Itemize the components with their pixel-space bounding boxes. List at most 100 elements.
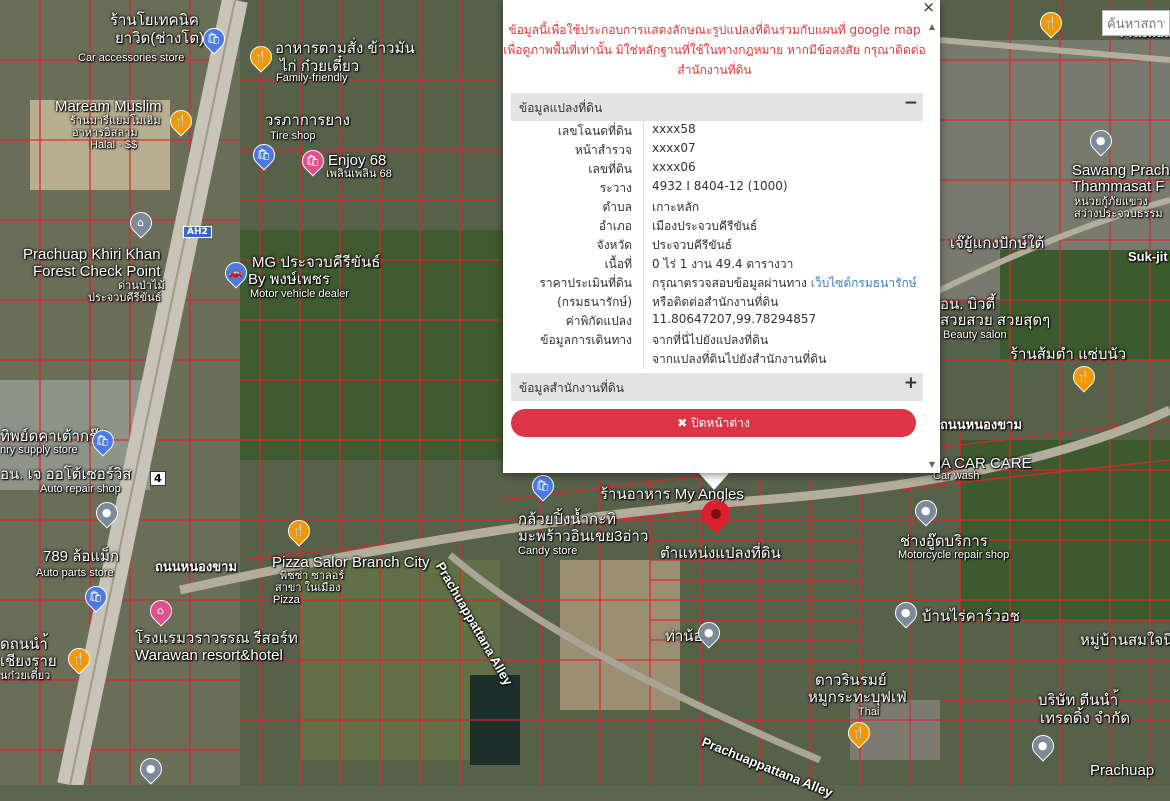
row-label: เลขโฉนดที่ดิน [557,124,632,138]
map-label: Enjoy 68 [328,152,387,169]
table-row: เนื้อที่ 0 ไร่ 1 งาน 49.4 ตารางวา [511,255,923,274]
table-row: (กรมธนารักษ์) หรือติดต่อสำนักงานที่ดิน [511,293,923,312]
row-label: จังหวัด [596,238,632,252]
map-label: ดาวรินรมย์ [815,672,887,689]
row-label: หน้าสำรวจ [574,143,632,157]
map-label: ร้านโยเทคนิค [110,12,199,29]
map-label: Thai [858,706,880,718]
row-label: ราคาประเมินที่ดิน [539,276,632,290]
map-label: By พงษ์เพชร [248,271,331,288]
row-value: หรือติดต่อสำนักงานที่ดิน [643,293,923,312]
close-window-button[interactable]: ✖ ปิดหน้าต่าง [511,409,916,437]
map-label: กล้วยปิ้งน้ำกะทิ [518,511,617,528]
table-row: ข้อมูลการเดินทาง จากที่นี่ไปยังแปลงที่ดิน [511,331,923,350]
map-label: พิซซ่า ซาลอร์ [280,570,345,582]
map-label: สว่างประจวบธรรม [1074,208,1163,220]
map-label: nry supply store [0,444,78,456]
table-row: หน้าสำรวจ xxxx07 [511,141,923,160]
row-value: xxxx58 [643,122,923,141]
table-row: ตำบล เกาะหลัก [511,198,923,217]
map-label: Sawang Prach [1072,162,1170,179]
row-value: กรุณาตรวจสอบข้อมูลผ่านทาง เว็บไซต์กรมธนา… [643,274,923,293]
row-label: เลขที่ดิน [588,162,632,176]
row-label: ค่าพิกัดแปลง [565,314,632,328]
map-label: บริษัท ตีนนำ้ [1038,692,1119,709]
parcel-position-label: ตำแหน่งแปลงที่ดิน [660,545,781,562]
treasury-website-link[interactable]: เว็บไซต์กรมธนารักษ์ [811,276,917,290]
directions-to-parcel-link[interactable]: จากที่นี่ไปยังแปลงที่ดิน [643,331,923,350]
map-label: Prachuap [1090,762,1155,779]
row-value: 0 ไร่ 1 งาน 49.4 ตารางวา [643,255,923,274]
map-label: สาขา ในเมือง [275,582,341,594]
table-row: จากแปลงที่ดินไปยังสำนักงานที่ดิน [511,350,923,369]
map-label: เจ๊ยู้แกงปักษ์ใต้ [950,235,1045,252]
map-label: Family-friendly [276,72,348,84]
row-value: xxxx06 [643,160,923,179]
land-office-section-header[interactable]: ข้อมูลสำนักงานที่ดิน + [511,373,923,401]
row-value: xxxx07 [643,141,923,160]
expand-plus-icon[interactable]: + [904,373,918,393]
map-label: วรภาการยาง [265,112,350,129]
row-value: เกาะหลัก [643,198,923,217]
map-label: Forest Check Point [33,263,161,280]
map-label: อน. เจ ออโต้เซอร์วิส [0,466,132,483]
map-label: Candy store [518,545,578,557]
map-label: Beauty salon [943,329,1007,341]
map-label: เทรดดิ้ง จำกัด [1040,710,1131,727]
map-label: 789 ล้อแม็ก [43,548,120,565]
table-row: เลขที่ดิน xxxx06 [511,160,923,179]
coordinates-link[interactable]: 11.80647207,99.78294857 [643,312,923,331]
map-label: Tire shop [270,130,316,142]
disclaimer-text: ข้อมูลนี้เพื่อใช้ประกอบการแสดงลักษณะรูปแ… [503,23,926,77]
map-label: Car accessories store [78,52,185,64]
map-label: หมู่บ้านสมใจนึ [1080,632,1170,649]
row-value: 4932 I 8404-12 (1000) [643,179,923,198]
popup-tail [698,472,730,490]
table-row: ค่าพิกัดแปลง 11.80647207,99.78294857 [511,312,923,331]
map-label: หน่วยกู้ภัยแขวง [1074,196,1148,208]
map-label: เพลินเพลิน 68 [326,168,392,180]
table-row: จังหวัด ประจวบคีรีขันธ์ [511,236,923,255]
row-label: เนื้อที่ [604,257,632,271]
map-label: Halal · $$ [90,139,138,151]
map-label: ด่านป่าไม้ [118,280,165,292]
map-label: นก๋วยเตี๋ยว [0,670,51,682]
map-label: ร้านมารีแยมโมเฮิม [70,115,161,127]
map-label: Pizza [273,594,300,606]
map-label: ประจวบคีรีขันธ์ [88,292,162,304]
directions-to-office-link[interactable]: จากแปลงที่ดินไปยังสำนักงานที่ดิน [643,350,923,369]
row-value: เมืองประจวบคีรีขันธ์ [643,217,923,236]
table-row: ราคาประเมินที่ดิน กรุณาตรวจสอบข้อมูลผ่านท… [511,274,923,293]
parcel-info-popup: × ▲ ▼ ข้อมูลนี้เพื่อใช้ประกอบการแสดงลักษ… [503,0,940,473]
parcel-info-table: เลขโฉนดที่ดิน xxxx58 หน้าสำรวจ xxxx07 เลขท… [511,122,923,369]
map-label: อน. บิวตี้ [940,296,996,313]
map-label: อาหารอิสลาม [72,127,138,139]
highway-shield: AH2 [183,226,212,238]
map-label: ยาวิด(ช่างโต) [115,30,205,47]
collapse-minus-icon[interactable]: − [904,93,918,113]
map-label: ร้านส้มตำ แซ่บนัว [1010,346,1127,363]
scroll-up-arrow-icon[interactable]: ▲ [929,22,935,31]
price-text: กรุณาตรวจสอบข้อมูลผ่านทาง [652,276,807,290]
map-label: Motorcycle repair shop [898,549,1010,561]
map-label: อาหารตามสั่ง ข้าวมัน [275,40,415,57]
map-label: Warawan resort&hotel [135,647,283,664]
parcel-info-section-header[interactable]: ข้อมูลแปลงที่ดิน − [511,93,923,121]
scroll-down-arrow-icon[interactable]: ▼ [929,460,935,469]
map-label: ถนนหนองขาม [940,417,1023,432]
row-label: อำเภอ [598,219,632,233]
map-label: ทิพย์ดคาเต้ากรู๊ป [0,428,107,445]
map-label: ถนนหนองขาม [155,559,238,574]
map-label: หมูกระทะบุฟเฟ่ [808,689,907,706]
highway-shield: 4 [150,471,166,486]
map-label: Pizza Salor Branch City [272,554,430,571]
row-label: ข้อมูลการเดินทาง [540,333,632,347]
row-value: ประจวบคีรีขันธ์ [643,236,923,255]
table-row: เลขโฉนดที่ดิน xxxx58 [511,122,923,141]
map-label: มะพร้าวอินเขย3อ่าว [518,528,649,545]
place-search-input[interactable] [1102,10,1170,36]
table-row: ระวาง 4932 I 8404-12 (1000) [511,179,923,198]
map-label: Prachuap Khiri Khan [23,246,161,263]
close-popup-x-icon[interactable]: × [922,0,935,16]
section-title: ข้อมูลแปลงที่ดิน [519,101,603,115]
